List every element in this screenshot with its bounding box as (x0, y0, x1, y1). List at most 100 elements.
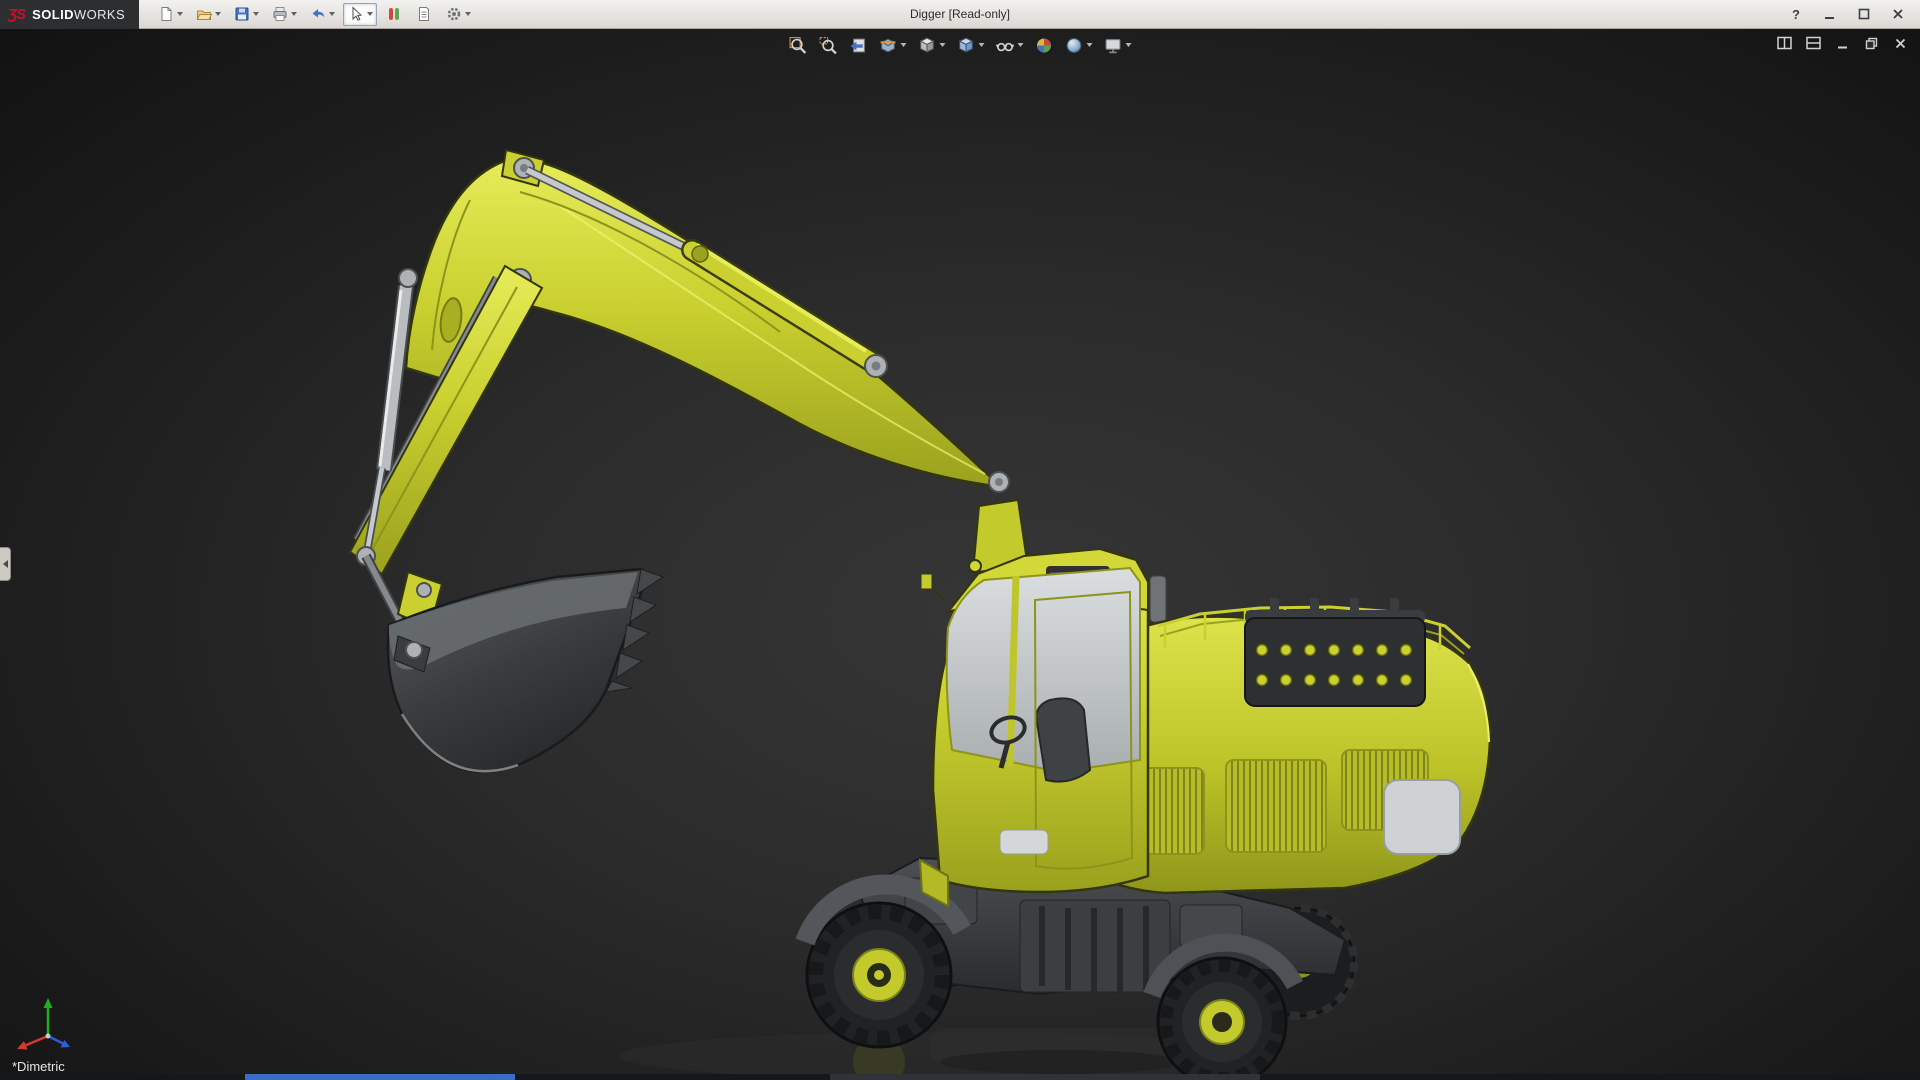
dropdown-caret-icon[interactable] (177, 12, 184, 16)
apply-scene-sphere-icon (1066, 37, 1082, 53)
engine-block (1244, 598, 1426, 707)
dropdown-caret-icon[interactable] (329, 12, 336, 16)
side-mirror (920, 573, 933, 590)
maximize-icon (1858, 8, 1870, 20)
maximize-button[interactable] (1854, 4, 1874, 24)
titlebar: ƷS SOLIDWORKS Digger [Read-only] ? (0, 0, 1920, 29)
select-button[interactable] (343, 2, 378, 26)
graphics-viewport[interactable]: *Dimetric (0, 29, 1920, 1074)
view-settings-icon (1105, 38, 1121, 53)
view-orientation-label: *Dimetric (12, 1059, 65, 1074)
tile-view-button[interactable] (1803, 34, 1823, 52)
dropdown-caret-icon[interactable] (215, 12, 222, 16)
dropdown-caret-icon[interactable] (291, 12, 298, 16)
roof-beacon (968, 559, 982, 573)
save-button[interactable] (229, 3, 263, 26)
dropdown-caret-icon[interactable] (253, 12, 260, 16)
brand-works: WORKS (73, 6, 126, 22)
dropdown-caret-icon[interactable] (1017, 43, 1024, 47)
doc-restore-icon (1865, 37, 1877, 49)
side-decal-panel (999, 829, 1049, 855)
rear-panel (1383, 779, 1461, 855)
section-view-button[interactable] (877, 33, 909, 57)
taskbar-segment[interactable] (830, 1074, 1260, 1080)
seat (1034, 697, 1092, 783)
previous-view-button[interactable] (847, 33, 870, 57)
rebuild-icon (389, 8, 400, 20)
engine-housing[interactable] (1088, 575, 1492, 895)
dropdown-caret-icon[interactable] (1125, 43, 1132, 47)
dropdown-caret-icon[interactable] (978, 43, 985, 47)
dropdown-caret-icon[interactable] (367, 12, 374, 16)
zoom-to-fit-icon (789, 36, 807, 54)
display-style-button[interactable] (955, 33, 987, 57)
minimize-button[interactable] (1820, 4, 1840, 24)
tile-view-icon (1805, 36, 1821, 50)
hide-show-items-button[interactable] (994, 33, 1026, 57)
apply-scene-button[interactable] (1063, 33, 1095, 57)
help-button[interactable]: ? (1786, 4, 1806, 24)
rear-wheel[interactable] (1156, 956, 1288, 1074)
taskbar-active-segment[interactable] (245, 1074, 515, 1080)
main-toolbar (153, 2, 475, 26)
options-gear-icon (447, 7, 461, 21)
undo-icon (312, 9, 325, 18)
brand-text: SOLIDWORKS (32, 7, 125, 22)
display-style-icon (958, 37, 974, 53)
save-icon (235, 7, 249, 21)
reference-triad (17, 998, 70, 1050)
view-settings-button[interactable] (1102, 33, 1134, 57)
edit-appearance-button[interactable] (1033, 33, 1056, 57)
front-wheel[interactable] (805, 901, 953, 1049)
collapse-arrow-icon (2, 560, 8, 568)
close-icon (1893, 9, 1903, 19)
minimize-icon (1825, 17, 1834, 19)
previous-view-icon (850, 38, 865, 52)
digger-model[interactable] (0, 29, 1920, 1074)
document-window-controls (1774, 34, 1910, 52)
taskbar-sliver[interactable] (0, 1074, 1920, 1080)
print-icon (273, 7, 287, 21)
doc-close-icon (1895, 38, 1905, 48)
open-document-icon (196, 10, 213, 20)
split-view-icon (1776, 36, 1792, 50)
open-document-button[interactable] (191, 3, 225, 26)
rebuild-button[interactable] (381, 3, 407, 26)
solidworks-logo: ƷS SOLIDWORKS (0, 0, 140, 29)
exhaust-stack (1149, 575, 1167, 623)
new-document-icon (161, 7, 172, 21)
window-controls: ? (1786, 4, 1920, 24)
dropdown-caret-icon[interactable] (1086, 43, 1093, 47)
zoom-to-area-icon (819, 36, 837, 54)
headsup-view-toolbar (787, 33, 1134, 57)
doc-minimize-button[interactable] (1832, 34, 1852, 52)
solidworks-window: ƷS SOLIDWORKS Digger [Read-only] ? *Dime… (0, 0, 1920, 1080)
brand-solid: SOLID (32, 6, 74, 22)
cab[interactable] (918, 547, 1150, 908)
feature-panel-collapse-tab[interactable] (0, 547, 11, 581)
doc-restore-button[interactable] (1861, 34, 1881, 52)
doc-close-button[interactable] (1890, 34, 1910, 52)
edit-appearance-sphere-icon (1037, 38, 1051, 52)
zoom-to-fit-button[interactable] (787, 33, 810, 57)
view-orientation-button[interactable] (916, 33, 948, 57)
print-button[interactable] (267, 3, 301, 26)
undo-button[interactable] (305, 3, 339, 26)
new-document-button[interactable] (153, 3, 187, 26)
zoom-to-area-button[interactable] (817, 33, 840, 57)
split-view-button[interactable] (1774, 34, 1794, 52)
bucket-pivot (405, 641, 423, 659)
file-properties-icon (419, 7, 430, 21)
options-button[interactable] (441, 3, 475, 26)
view-orientation-cube-icon (919, 37, 935, 53)
dropdown-caret-icon[interactable] (465, 12, 472, 16)
dropdown-caret-icon[interactable] (939, 43, 946, 47)
dassault-3ds-icon: ƷS (8, 5, 26, 23)
section-view-icon (880, 38, 896, 52)
doc-minimize-icon (1837, 46, 1847, 48)
select-cursor-icon (352, 6, 363, 21)
dropdown-caret-icon[interactable] (900, 43, 907, 47)
close-button[interactable] (1888, 4, 1908, 24)
hide-show-glasses-icon (995, 42, 1015, 51)
file-properties-button[interactable] (411, 3, 437, 26)
